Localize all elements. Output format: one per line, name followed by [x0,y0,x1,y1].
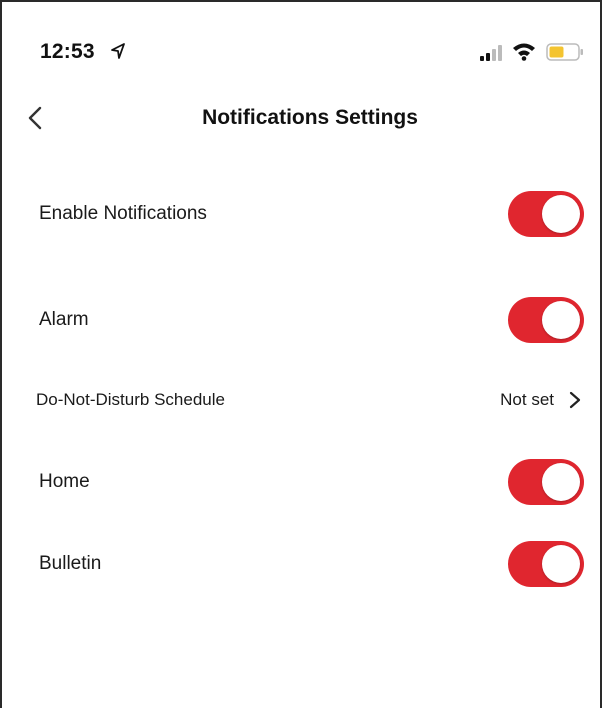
status-time: 12:53 [40,40,95,63]
home-label: Home [39,471,90,492]
chevron-right-icon [569,391,581,409]
wifi-icon [513,43,535,61]
bulletin-label: Bulletin [39,553,102,574]
location-arrow-icon [111,43,125,59]
dnd-schedule-value: Not set [500,390,554,409]
toggle-knob [542,463,580,501]
alarm-toggle[interactable] [508,297,584,343]
status-bar: 12:53 [2,2,600,92]
nav-header: Notifications Settings [2,92,600,144]
dnd-schedule-row[interactable]: Do-Not-Disturb Schedule Not set [2,370,600,430]
phone-screen: 12:53 Notifications Settings Enable Noti… [0,0,602,708]
bulletin-row: Bulletin [2,534,600,594]
home-row: Home [2,452,600,512]
bulletin-toggle[interactable] [508,541,584,587]
battery-icon [546,43,583,61]
dnd-schedule-label: Do-Not-Disturb Schedule [36,390,225,409]
alarm-label: Alarm [39,309,89,330]
home-toggle[interactable] [508,459,584,505]
toggle-knob [542,301,580,339]
page-title: Notifications Settings [202,106,418,129]
cellular-signal-icon [480,45,502,61]
toggle-knob [542,545,580,583]
alarm-row: Alarm [2,290,600,350]
enable-notifications-row: Enable Notifications [2,184,600,244]
toggle-knob [542,195,580,233]
enable-notifications-toggle[interactable] [508,191,584,237]
enable-notifications-label: Enable Notifications [39,203,207,224]
